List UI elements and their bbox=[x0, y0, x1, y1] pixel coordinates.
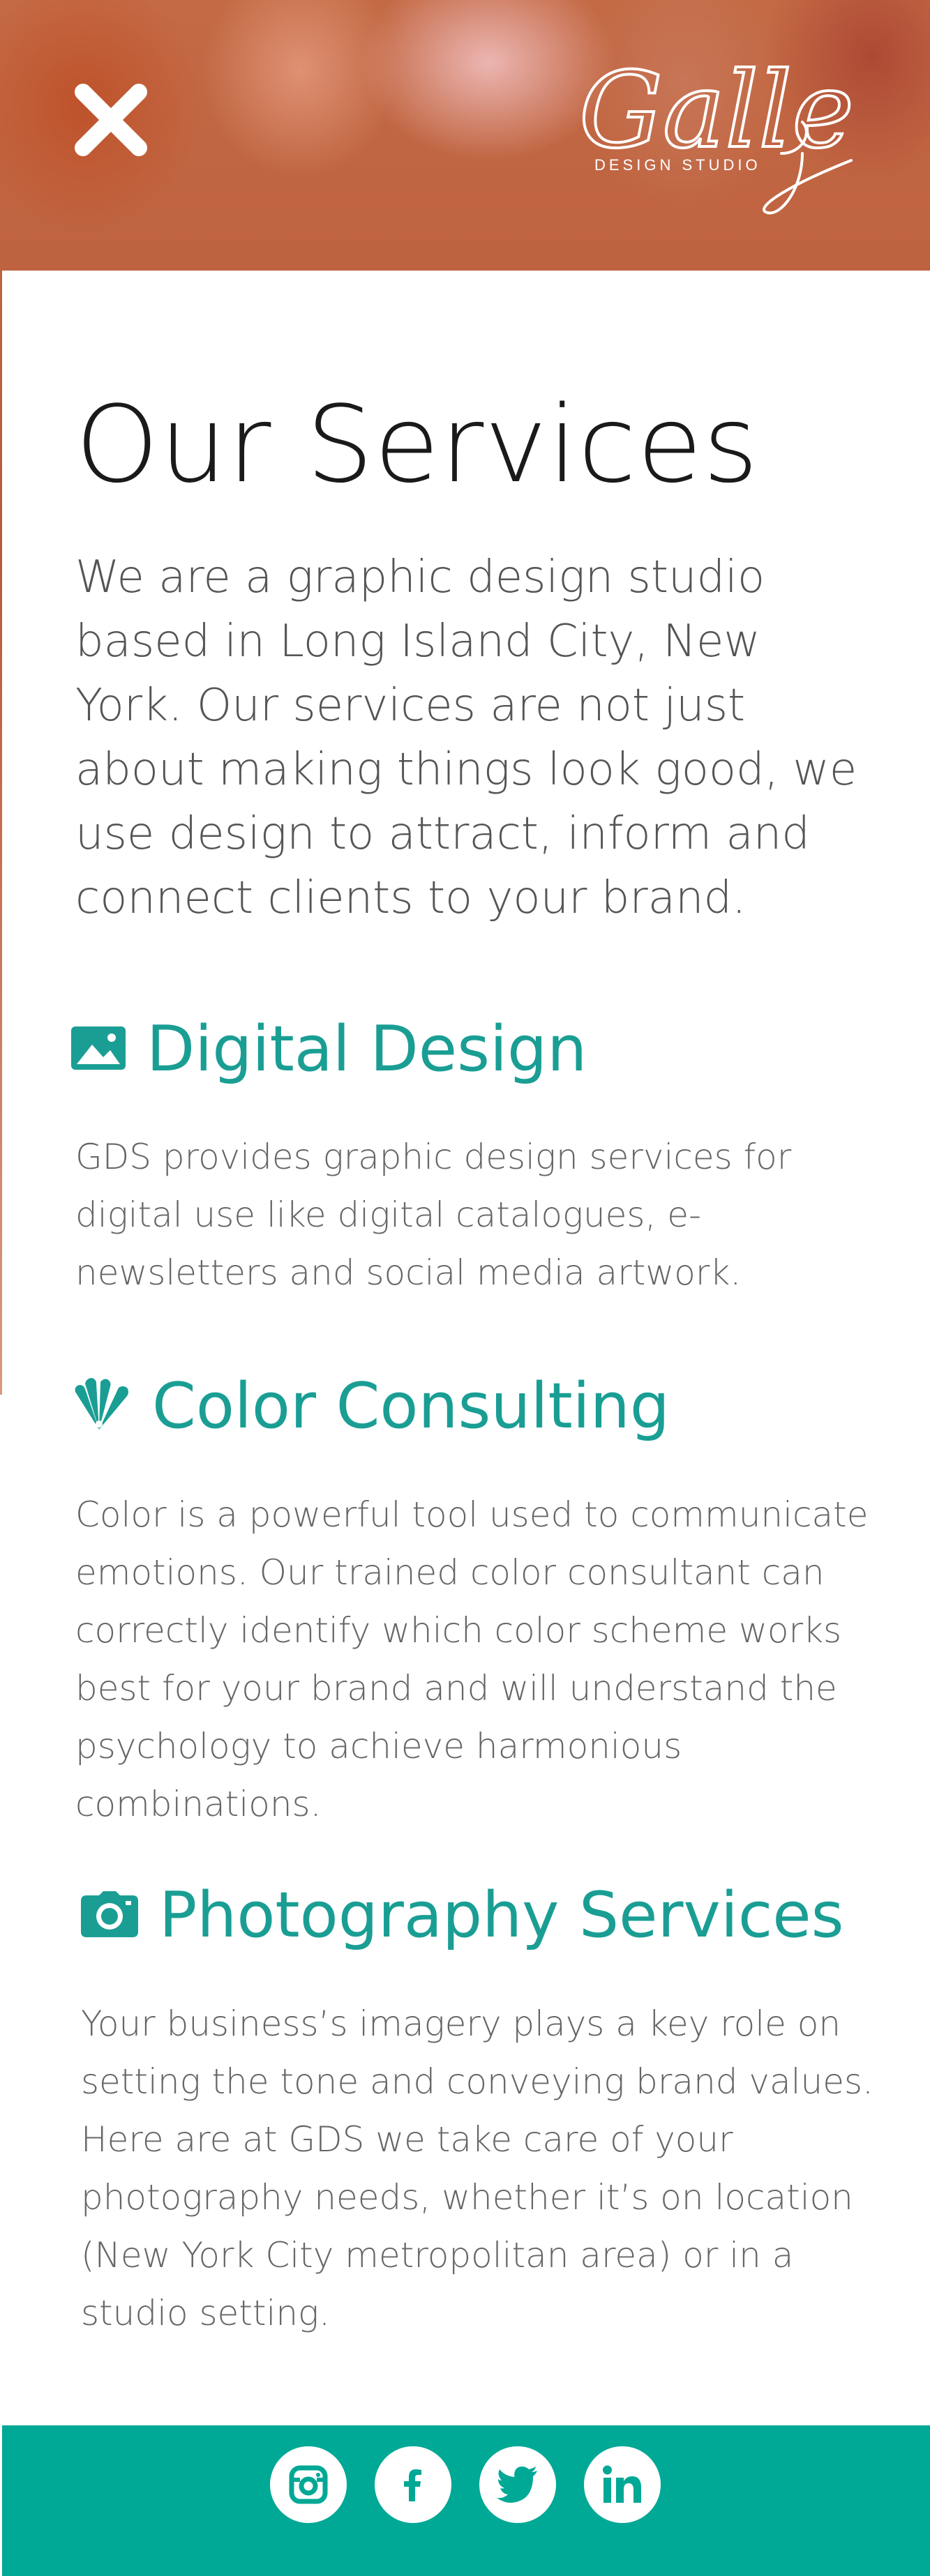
camera-icon bbox=[81, 1891, 138, 1940]
service-description: Your business’s imagery plays a key role… bbox=[81, 2003, 873, 2333]
service-description: Color is a powerful tool used to communi… bbox=[75, 1494, 869, 1824]
linkedin-button[interactable] bbox=[584, 2446, 661, 2523]
gallery-logo-script: Gallery bbox=[578, 49, 930, 215]
service-title: Digital Design bbox=[147, 1013, 587, 1086]
logo-subtitle: DESIGN STUDIO bbox=[594, 156, 761, 174]
twitter-icon bbox=[497, 2467, 537, 2503]
footer bbox=[2, 2425, 930, 2576]
palette-swatch-icon bbox=[71, 1378, 131, 1435]
twitter-button[interactable] bbox=[479, 2446, 556, 2523]
close-button[interactable] bbox=[73, 82, 149, 158]
linkedin-icon bbox=[603, 2465, 641, 2503]
service-title: Color Consulting bbox=[152, 1370, 670, 1443]
image-icon bbox=[71, 1026, 126, 1073]
service-description: GDS provides graphic design services for… bbox=[75, 1137, 792, 1293]
service-photography-heading: Photography Services bbox=[81, 1877, 844, 1954]
service-title: Photography Services bbox=[159, 1879, 844, 1952]
instagram-button[interactable] bbox=[270, 2446, 347, 2523]
facebook-icon bbox=[404, 2469, 421, 2501]
instagram-icon bbox=[289, 2465, 328, 2504]
close-icon bbox=[75, 84, 147, 156]
intro-paragraph: We are a graphic design studio based in … bbox=[75, 552, 857, 924]
page-title: Our Services bbox=[75, 383, 759, 506]
gallery-logo[interactable]: Gallery bbox=[572, 49, 930, 223]
svg-text:Gallery: Gallery bbox=[579, 50, 858, 172]
service-digital-design-heading: Digital Design bbox=[71, 1011, 587, 1088]
service-color-consulting-heading: Color Consulting bbox=[71, 1368, 670, 1445]
facebook-button[interactable] bbox=[375, 2446, 451, 2523]
header: Gallery DESIGN STUDIO bbox=[0, 0, 930, 271]
